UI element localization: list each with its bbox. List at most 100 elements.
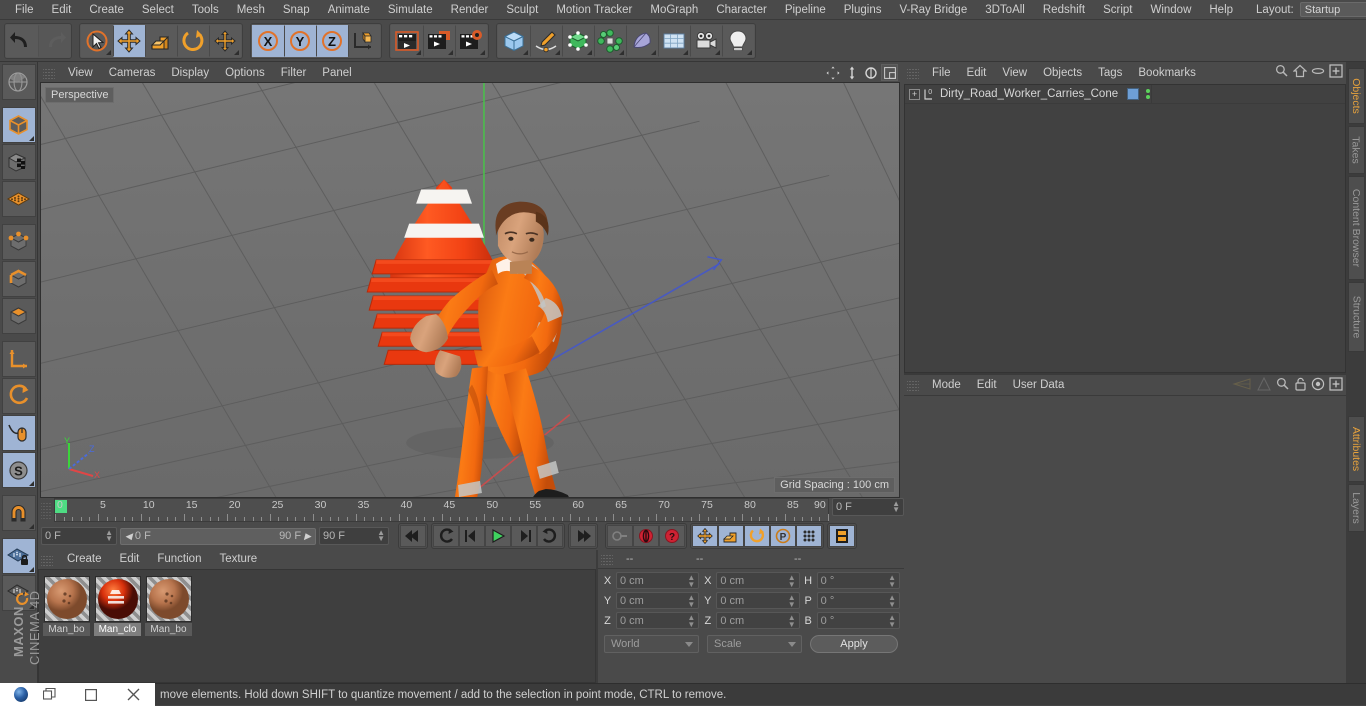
make-editable-button[interactable] — [1, 64, 36, 100]
menu-item-script[interactable]: Script — [1094, 0, 1141, 20]
panel-grip-icon[interactable] — [43, 67, 55, 79]
rotate-viewport-icon[interactable] — [862, 64, 879, 81]
tab-layers[interactable]: Layers — [1347, 484, 1365, 532]
spinner-icon[interactable]: ▲ ▼ — [687, 594, 695, 609]
keyframe-selection-button[interactable]: ? — [659, 525, 685, 547]
menu-item-select[interactable]: Select — [133, 0, 183, 20]
record-scale-button[interactable] — [718, 525, 744, 547]
menu-item-3dtoall[interactable]: 3DToAll — [976, 0, 1034, 20]
menu-item-mesh[interactable]: Mesh — [228, 0, 274, 20]
coord-field-rot-p[interactable]: 0 ° ▲ ▼ — [816, 592, 900, 609]
object-menu-tags[interactable]: Tags — [1090, 62, 1130, 84]
object-menu-file[interactable]: File — [924, 62, 959, 84]
tab-takes[interactable]: Takes — [1347, 126, 1365, 174]
target-icon[interactable] — [1311, 377, 1325, 394]
render-view-button[interactable] — [391, 24, 423, 57]
maximize-viewport-icon[interactable] — [881, 64, 898, 81]
viewport-menu-options[interactable]: Options — [217, 64, 273, 82]
pen-spline-button[interactable] — [530, 24, 562, 57]
menu-item-file[interactable]: File — [6, 0, 43, 20]
cube-primitive-button[interactable] — [498, 24, 530, 57]
lock-icon[interactable] — [1294, 377, 1307, 394]
snap-settings-button[interactable]: S — [1, 452, 36, 488]
attribute-menu-edit[interactable]: Edit — [969, 374, 1005, 396]
move-alt-tool-button[interactable] — [209, 24, 241, 57]
visibility-dots[interactable] — [1146, 89, 1151, 99]
spinner-icon[interactable]: ▲ ▼ — [888, 594, 896, 609]
menu-item-help[interactable]: Help — [1200, 0, 1242, 20]
object-menu-objects[interactable]: Objects — [1035, 62, 1090, 84]
spinner-icon[interactable]: ▲ ▼ — [377, 529, 385, 543]
close-button[interactable] — [113, 683, 155, 706]
spinner-icon[interactable]: ▲ ▼ — [687, 574, 695, 589]
coord-field-rot-h[interactable]: 0 ° ▲ ▼ — [816, 572, 900, 589]
menu-item-snap[interactable]: Snap — [274, 0, 319, 20]
axis-y-button[interactable]: Y — [284, 24, 316, 57]
goto-end-button[interactable] — [570, 525, 596, 547]
material-swatch[interactable] — [94, 576, 141, 622]
material-list[interactable]: Man_bo Man_clo Man_bo — [38, 569, 596, 683]
object-row[interactable]: + 0 Dirty_Road_Worker_Carries_Cone — [905, 85, 1345, 104]
spinner-icon[interactable]: ▲ ▼ — [888, 614, 896, 629]
spinner-icon[interactable]: ▲ ▼ — [105, 529, 113, 543]
plus-box-icon[interactable] — [1329, 377, 1343, 394]
menu-item-motion-tracker[interactable]: Motion Tracker — [547, 0, 641, 20]
menu-item-sculpt[interactable]: Sculpt — [497, 0, 547, 20]
texture-mode-button[interactable] — [1, 144, 36, 180]
perspective-viewport[interactable]: Perspective Grid Spacing : 100 cm Y X Z — [40, 82, 900, 498]
panel-grip-icon[interactable] — [601, 553, 613, 565]
coord-field-size-z[interactable]: 0 cm ▲ ▼ — [716, 612, 800, 629]
record-position-button[interactable] — [692, 525, 718, 547]
mouse-tool-button[interactable] — [1, 415, 36, 451]
generator-button[interactable] — [562, 24, 594, 57]
expand-toggle[interactable]: + — [909, 88, 920, 100]
coord-field-pos-y[interactable]: 0 cm ▲ ▼ — [616, 592, 700, 609]
material-item[interactable]: Man_bo — [43, 576, 90, 636]
object-menu-bookmarks[interactable]: Bookmarks — [1130, 62, 1204, 84]
apply-button[interactable]: Apply — [810, 635, 898, 653]
goto-start-button[interactable] — [400, 525, 426, 547]
rotate-tool-button[interactable] — [177, 24, 209, 57]
panel-grip-icon[interactable] — [41, 501, 51, 519]
attribute-menu-mode[interactable]: Mode — [924, 374, 969, 396]
coord-field-pos-x[interactable]: 0 cm ▲ ▼ — [616, 572, 700, 589]
magnet-button[interactable] — [1, 495, 36, 531]
spinner-icon[interactable]: ▲ ▼ — [888, 574, 896, 589]
move-tool-button[interactable] — [113, 24, 145, 57]
material-menu-create[interactable]: Create — [58, 550, 111, 569]
eye-icon[interactable] — [1311, 64, 1325, 81]
search-icon[interactable] — [1276, 377, 1290, 394]
undo-button[interactable] — [6, 24, 38, 57]
world-coordinate-button[interactable] — [348, 24, 380, 57]
coord-field-size-y[interactable]: 0 cm ▲ ▼ — [716, 592, 800, 609]
app-orb-icon[interactable] — [14, 687, 28, 702]
zoom-viewport-icon[interactable] — [843, 64, 860, 81]
material-menu-texture[interactable]: Texture — [210, 550, 266, 569]
menu-item-vray-bridge[interactable]: V-Ray Bridge — [890, 0, 976, 20]
spinner-icon[interactable]: ▲ ▼ — [788, 594, 796, 609]
restore-button[interactable] — [28, 683, 70, 706]
menu-item-redshift[interactable]: Redshift — [1034, 0, 1094, 20]
spinner-icon[interactable]: ▲ ▼ — [687, 614, 695, 629]
scale-tool-button[interactable] — [145, 24, 177, 57]
axis-z-button[interactable]: Z — [316, 24, 348, 57]
plus-box-icon[interactable] — [1329, 64, 1343, 81]
tab-attributes[interactable]: Attributes — [1347, 416, 1365, 482]
menu-item-render[interactable]: Render — [442, 0, 498, 20]
play-button[interactable] — [485, 525, 511, 547]
coord-field-pos-z[interactable]: 0 cm ▲ ▼ — [616, 612, 700, 629]
pan-viewport-icon[interactable] — [824, 64, 841, 81]
search-icon[interactable] — [1275, 64, 1289, 81]
axis-x-button[interactable]: X — [252, 24, 284, 57]
coord-field-size-x[interactable]: 0 cm ▲ ▼ — [716, 572, 800, 589]
spinner-icon[interactable]: ▲ ▼ — [788, 614, 796, 629]
deformer-button[interactable] — [594, 24, 626, 57]
edges-mode-button[interactable] — [1, 261, 36, 297]
timeline-range-slider[interactable]: ◀ 0 F 90 F ▶ — [120, 527, 316, 545]
menu-item-mograph[interactable]: MoGraph — [641, 0, 707, 20]
prev-key-button[interactable] — [433, 525, 459, 547]
tab-objects[interactable]: Objects — [1347, 68, 1365, 124]
current-time-field[interactable]: 0 F ▲ ▼ — [41, 527, 117, 545]
menu-item-pipeline[interactable]: Pipeline — [776, 0, 835, 20]
viewport-menu-display[interactable]: Display — [163, 64, 217, 82]
